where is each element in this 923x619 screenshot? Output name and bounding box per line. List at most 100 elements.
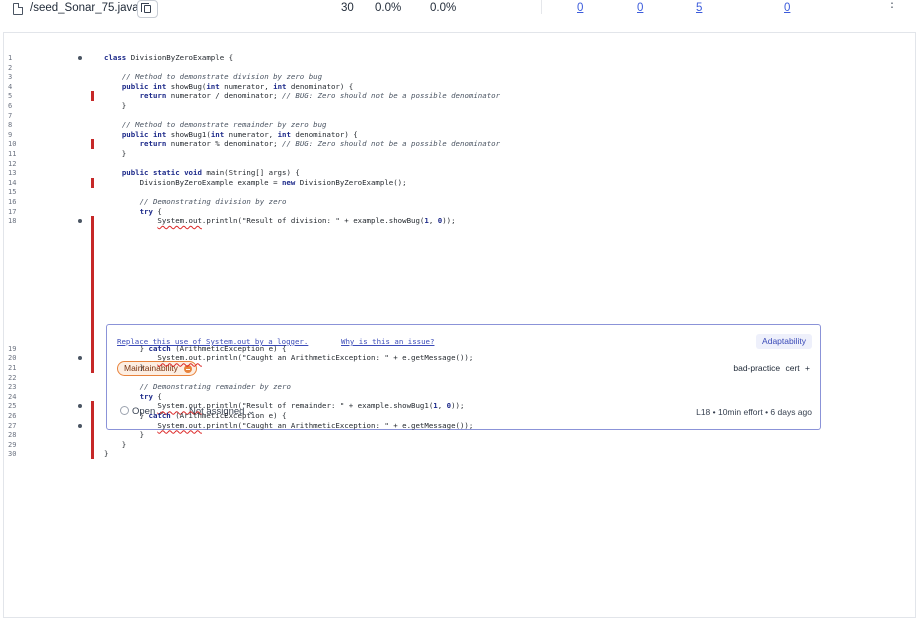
metric-link-3[interactable]: 5 <box>696 2 702 14</box>
file-name[interactable]: /seed_Sonar_75.java <box>30 2 139 14</box>
line-number[interactable]: 26 <box>8 411 16 421</box>
code-line: 3 // Method to demonstrate division by z… <box>4 72 915 82</box>
code-line: 18 System.out.println("Result of divisio… <box>4 216 915 227</box>
kebab-menu-icon[interactable]: ⋮ <box>886 0 898 10</box>
code-text: // Demonstrating division by zero <box>139 197 287 206</box>
coverage-bar <box>91 439 94 450</box>
coverage-bar <box>91 139 94 150</box>
copy-path-button[interactable] <box>137 0 158 18</box>
coverage-value: 0.0% <box>375 2 402 14</box>
code-viewer: Replace this use of System.out by a logg… <box>3 32 916 618</box>
line-number[interactable]: 17 <box>8 207 16 217</box>
line-number[interactable]: 7 <box>8 111 12 121</box>
code-line: 27 System.out.println("Caught an Arithme… <box>4 420 915 431</box>
line-number[interactable]: 1 <box>8 53 12 63</box>
scm-dot-icon[interactable] <box>78 56 82 60</box>
coverage-bar <box>91 363 94 373</box>
code-text: try { <box>139 206 162 216</box>
file-header: /seed_Sonar_75.java 30 0.0% 0.0% 0 0 5 0… <box>0 0 923 24</box>
line-number[interactable]: 25 <box>8 401 16 411</box>
code-text: public static void main(String[] args) { <box>121 168 300 178</box>
code-line: 25 System.out.println("Result of remaind… <box>4 401 915 412</box>
code-text: return numerator % denominator; // BUG: … <box>139 139 501 149</box>
code-text: } catch (ArithmeticException e) { <box>104 343 287 353</box>
code-line: 29 } <box>4 439 915 450</box>
scm-dot-icon[interactable] <box>78 356 82 361</box>
line-number[interactable]: 22 <box>8 373 16 383</box>
coverage-bar <box>91 177 94 188</box>
code-line: 22 <box>4 373 915 383</box>
code-line: 15 <box>4 187 915 197</box>
header-divider <box>541 0 542 14</box>
line-number[interactable]: 3 <box>8 72 12 82</box>
line-number[interactable]: 5 <box>8 91 12 101</box>
line-number[interactable]: 16 <box>8 197 16 207</box>
code-line: 17 try { <box>4 207 915 217</box>
code-line: 16 // Demonstrating division by zero <box>4 197 915 207</box>
line-number[interactable]: 24 <box>8 392 16 402</box>
line-number[interactable]: 15 <box>8 187 16 197</box>
code-line: 21 } <box>4 363 915 373</box>
metric-link-4[interactable]: 0 <box>784 2 790 14</box>
code-line: 5 return numerator / denominator; // BUG… <box>4 91 915 102</box>
code-line: 14 DivisionByZeroExample example = new D… <box>4 177 915 188</box>
code-text: } <box>104 149 127 158</box>
line-number[interactable]: 21 <box>8 363 16 373</box>
line-number[interactable]: 4 <box>8 82 12 92</box>
line-number[interactable]: 6 <box>8 101 12 111</box>
code-line: 28 } <box>4 430 915 441</box>
line-number[interactable]: 10 <box>8 139 16 149</box>
coverage-bar <box>91 226 94 344</box>
line-number[interactable]: 14 <box>8 178 16 188</box>
line-number[interactable]: 23 <box>8 382 16 392</box>
code-text: return numerator / denominator; // BUG: … <box>139 91 501 101</box>
code-text: public int showBug(int numerator, int de… <box>121 81 354 91</box>
code-text: } <box>104 363 145 372</box>
line-number[interactable]: 8 <box>8 120 12 130</box>
code-text: public int showBug1(int numerator, int d… <box>121 129 358 139</box>
coverage-bar <box>91 353 94 364</box>
file-icon <box>13 3 23 15</box>
code-text: // Method to demonstrate remainder by ze… <box>121 120 327 130</box>
coverage-bar <box>91 420 94 431</box>
code-line: 9 public int showBug1(int numerator, int… <box>4 130 915 140</box>
code-text: System.out.println("Result of remainder:… <box>157 401 465 411</box>
line-number[interactable]: 9 <box>8 130 12 140</box>
metric-link-2[interactable]: 0 <box>637 2 643 14</box>
line-number[interactable]: 27 <box>8 421 16 431</box>
scm-dot-icon[interactable] <box>78 404 82 409</box>
line-number[interactable]: 13 <box>8 168 16 178</box>
code-line: 24 try { <box>4 392 915 402</box>
code-text: // Demonstrating remainder by zero <box>139 382 291 392</box>
metric-link-1[interactable]: 0 <box>577 2 583 14</box>
code-line: 8 // Method to demonstrate remainder by … <box>4 120 915 130</box>
code-text: System.out.println("Caught an Arithmetic… <box>157 420 474 430</box>
code-text: // Method to demonstrate division by zer… <box>121 72 323 82</box>
coverage-bar <box>91 449 94 460</box>
line-number[interactable]: 12 <box>8 159 16 169</box>
line-number[interactable]: 19 <box>8 344 16 354</box>
code-text: } catch (ArithmeticException e) { <box>104 411 287 420</box>
code-text: } <box>104 439 127 449</box>
line-number[interactable]: 30 <box>8 449 16 459</box>
code-text: class DivisionByZeroExample { <box>104 53 234 62</box>
scm-dot-icon[interactable] <box>78 423 82 428</box>
line-number[interactable]: 18 <box>8 216 16 226</box>
code-line: 19 } catch (ArithmeticException e) { <box>4 343 915 354</box>
coverage-bar <box>91 343 94 354</box>
code-line: 6 } <box>4 101 915 111</box>
scm-dot-icon[interactable] <box>78 219 82 224</box>
line-number[interactable]: 20 <box>8 353 16 363</box>
code-line: 2 <box>4 63 915 73</box>
line-number[interactable]: 2 <box>8 63 12 73</box>
coverage-bar <box>91 411 94 421</box>
line-number[interactable]: 28 <box>8 430 16 440</box>
copy-icon <box>141 3 151 13</box>
lines-count: 30 <box>341 2 354 14</box>
code-text: try { <box>139 391 162 401</box>
code-line: 20 System.out.println("Caught an Arithme… <box>4 353 915 364</box>
line-number[interactable]: 29 <box>8 440 16 450</box>
code-line: 12 <box>4 159 915 169</box>
duplication-value: 0.0% <box>430 2 457 14</box>
line-number[interactable]: 11 <box>8 149 16 159</box>
